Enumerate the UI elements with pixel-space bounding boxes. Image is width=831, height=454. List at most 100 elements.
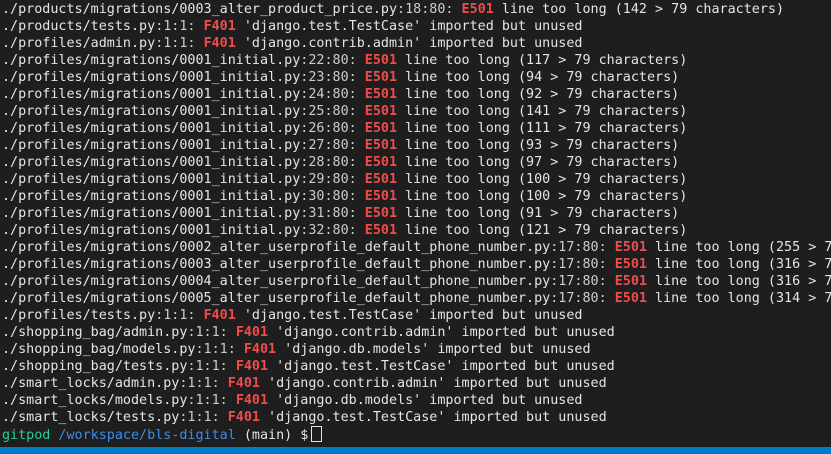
terminal-line: ./profiles/migrations/0002_alter_userpro…	[2, 239, 831, 256]
error-code: F401	[235, 325, 269, 340]
file-path: ./profiles/tests.py	[2, 308, 156, 323]
error-message: line too long (316 > 79 characters)	[655, 274, 831, 289]
error-code: E501	[364, 155, 398, 170]
file-path: ./products/tests.py	[2, 19, 156, 34]
terminal-line: ./profiles/migrations/0001_initial.py:23…	[2, 69, 831, 86]
line-position: :24:80:	[300, 87, 365, 102]
error-message: line too long (255 > 79 characters)	[655, 240, 831, 255]
file-path: ./profiles/admin.py	[2, 36, 156, 51]
prompt-path: /workspace/bls-digital	[50, 428, 236, 443]
terminal-line: ./profiles/tests.py:1:1: F401 'django.te…	[2, 307, 831, 324]
error-code: F401	[203, 308, 236, 323]
line-position: :17:80:	[550, 240, 615, 255]
terminal-line: ./products/migrations/0003_alter_product…	[2, 1, 831, 18]
error-code: F401	[235, 393, 269, 408]
error-message: line too long (100 > 79 characters)	[397, 172, 688, 187]
error-code: E501	[364, 172, 398, 187]
prompt-user: gitpod	[2, 428, 51, 443]
file-path: ./shopping_bag/models.py	[2, 342, 196, 357]
error-code: E501	[461, 2, 494, 17]
terminal-line: ./profiles/migrations/0001_initial.py:27…	[2, 137, 831, 154]
text-cursor[interactable]	[311, 426, 323, 442]
file-path: ./profiles/migrations/0001_initial.py	[2, 223, 301, 238]
terminal-line: ./profiles/migrations/0001_initial.py:22…	[2, 52, 831, 69]
terminal-line: ./profiles/migrations/0001_initial.py:31…	[2, 205, 831, 222]
terminal-line: ./products/tests.py:1:1: F401 'django.te…	[2, 18, 831, 35]
error-code: E501	[364, 70, 398, 85]
line-position: :32:80:	[300, 223, 365, 238]
error-message: line too long (93 > 79 characters)	[397, 138, 680, 153]
file-path: ./profiles/migrations/0004_alter_userpro…	[2, 274, 551, 289]
shell-prompt[interactable]: gitpod /workspace/bls-digital (main) $	[2, 426, 831, 443]
line-position: :30:80:	[300, 189, 365, 204]
error-code: F401	[227, 410, 260, 425]
status-bar	[0, 447, 831, 454]
line-position: :18:80:	[397, 2, 462, 17]
line-position: :29:80:	[300, 172, 365, 187]
error-message: line too long (141 > 79 characters)	[397, 104, 688, 119]
terminal-line: ./profiles/migrations/0004_alter_userpro…	[2, 273, 831, 290]
terminal-line: ./profiles/migrations/0001_initial.py:28…	[2, 154, 831, 171]
terminal-line: ./smart_locks/admin.py:1:1: F401 'django…	[2, 375, 831, 392]
file-path: ./shopping_bag/tests.py	[2, 359, 188, 374]
error-code: E501	[364, 189, 398, 204]
error-code: E501	[364, 138, 398, 153]
line-position: :31:80:	[300, 206, 365, 221]
line-position: :1:1:	[179, 376, 228, 391]
line-position: :1:1:	[155, 308, 204, 323]
line-position: :1:1:	[155, 19, 204, 34]
error-message: 'django.db.models' imported but unused	[268, 393, 583, 408]
line-position: :1:1:	[155, 36, 204, 51]
error-message: line too long (121 > 79 characters)	[397, 223, 688, 238]
terminal-output[interactable]: ./products/migrations/0003_alter_product…	[2, 1, 831, 443]
error-code: F401	[243, 342, 277, 357]
file-path: ./profiles/migrations/0001_initial.py	[2, 104, 301, 119]
line-position: :25:80:	[300, 104, 365, 119]
terminal-line: ./shopping_bag/admin.py:1:1: F401 'djang…	[2, 324, 831, 341]
error-code: E501	[364, 53, 398, 68]
line-position: :27:80:	[300, 138, 365, 153]
terminal-line: ./shopping_bag/tests.py:1:1: F401 'djang…	[2, 358, 831, 375]
error-code: E501	[364, 104, 398, 119]
error-message: line too long (142 > 79 characters)	[493, 2, 785, 17]
error-message: 'django.contrib.admin' imported but unus…	[268, 325, 615, 340]
line-position: :1:1:	[187, 359, 236, 374]
terminal-line: ./profiles/migrations/0001_initial.py:24…	[2, 86, 831, 103]
error-message: 'django.test.TestCase' imported but unus…	[268, 359, 615, 374]
terminal-line: ./profiles/migrations/0001_initial.py:30…	[2, 188, 831, 205]
file-path: ./profiles/migrations/0001_initial.py	[2, 206, 301, 221]
error-code: F401	[203, 36, 236, 51]
error-code: E501	[364, 87, 398, 102]
terminal-line: ./smart_locks/tests.py:1:1: F401 'django…	[2, 409, 831, 426]
file-path: ./profiles/migrations/0001_initial.py	[2, 53, 301, 68]
file-path: ./smart_locks/admin.py	[2, 376, 180, 391]
error-message: 'django.db.models' imported but unused	[276, 342, 591, 357]
file-path: ./shopping_bag/admin.py	[2, 325, 188, 340]
error-code: E501	[364, 223, 398, 238]
error-message: line too long (94 > 79 characters)	[397, 70, 680, 85]
error-message: line too long (111 > 79 characters)	[397, 121, 688, 136]
terminal-line: ./profiles/migrations/0001_initial.py:26…	[2, 120, 831, 137]
error-message: 'django.test.TestCase' imported but unus…	[235, 19, 583, 34]
file-path: ./smart_locks/tests.py	[2, 410, 180, 425]
line-position: :1:1:	[187, 393, 236, 408]
line-position: :17:80:	[550, 291, 615, 306]
file-path: ./profiles/migrations/0001_initial.py	[2, 87, 301, 102]
error-code: F401	[235, 359, 269, 374]
error-message: line too long (92 > 79 characters)	[397, 87, 680, 102]
line-position: :1:1:	[195, 342, 244, 357]
error-message: 'django.contrib.admin' imported but unus…	[235, 36, 583, 51]
error-message: line too long (97 > 79 characters)	[397, 155, 680, 170]
error-message: line too long (117 > 79 characters)	[397, 53, 688, 68]
error-message: 'django.test.TestCase' imported but unus…	[260, 410, 607, 425]
error-code: E501	[364, 121, 398, 136]
terminal-line: ./profiles/migrations/0001_initial.py:32…	[2, 222, 831, 239]
terminal-line: ./profiles/migrations/0003_alter_userpro…	[2, 256, 831, 273]
file-path: ./profiles/migrations/0001_initial.py	[2, 172, 301, 187]
error-message: line too long (91 > 79 characters)	[397, 206, 680, 221]
terminal-line: ./profiles/admin.py:1:1: F401 'django.co…	[2, 35, 831, 52]
file-path: ./profiles/migrations/0001_initial.py	[2, 138, 301, 153]
error-message: 'django.contrib.admin' imported but unus…	[260, 376, 607, 391]
error-code: E501	[614, 240, 647, 255]
file-path: ./profiles/migrations/0001_initial.py	[2, 155, 301, 170]
